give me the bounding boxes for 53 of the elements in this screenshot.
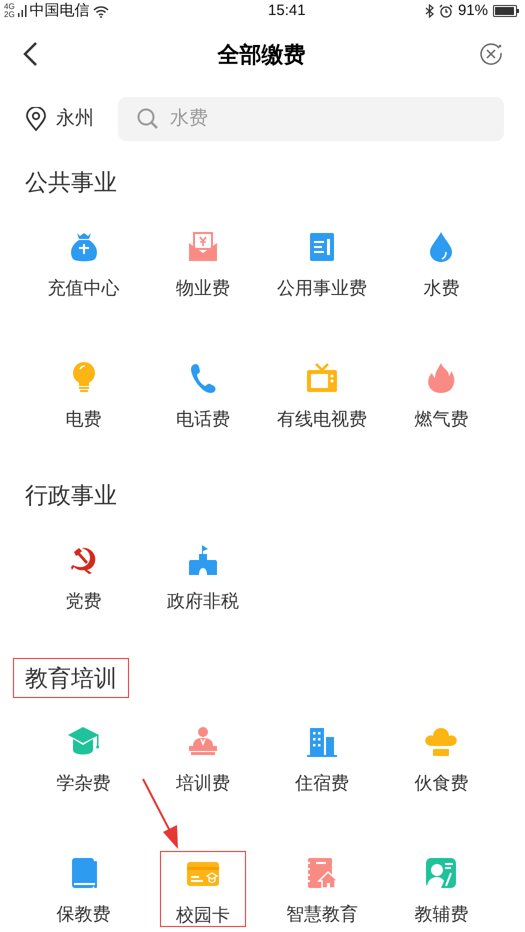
wifi-icon — [92, 4, 109, 18]
battery-icon — [493, 5, 519, 17]
payment-item[interactable]: 住宿费 — [267, 720, 378, 796]
section-heading: 教育培训 — [13, 658, 129, 698]
hammer-sickle-icon — [70, 546, 98, 574]
water-drop-icon — [429, 231, 454, 263]
money-bag-icon — [68, 231, 99, 263]
payment-item[interactable]: 燃气费 — [386, 356, 496, 432]
search-icon — [137, 108, 159, 130]
payment-item[interactable]: 政府非税 — [148, 538, 258, 614]
payment-item[interactable]: 物业费 — [148, 225, 258, 301]
envelope-icon — [188, 231, 218, 263]
payment-item[interactable]: 学杂费 — [28, 720, 139, 796]
bluetooth-icon — [424, 4, 434, 18]
city-selector[interactable]: 永州 — [56, 104, 118, 134]
section-heading: 公共事业 — [25, 168, 117, 197]
carrier-name: 中国电信 — [30, 0, 90, 21]
flame-icon — [427, 362, 456, 394]
id-card-person-icon — [425, 857, 458, 889]
notepad-icon — [309, 232, 336, 262]
phone-icon — [188, 362, 217, 394]
payment-item[interactable]: 伙食费 — [386, 720, 496, 796]
page-title: 全部缴费 — [218, 40, 306, 68]
network-label: 2G — [4, 11, 15, 19]
payment-item[interactable]: 电话费 — [148, 356, 258, 432]
payment-item[interactable]: 智慧教育 — [267, 851, 378, 927]
clock-time: 15:41 — [268, 0, 306, 21]
payment-item[interactable]: 公用事业费 — [267, 225, 378, 301]
signal-icon — [18, 5, 27, 17]
payment-item[interactable]: 培训费 — [148, 720, 258, 796]
book-icon — [70, 857, 98, 889]
location-pin-icon[interactable] — [26, 107, 46, 131]
network-label: 4G — [4, 3, 15, 11]
payment-item[interactable]: 充值中心 — [28, 225, 139, 301]
section-heading: 行政事业 — [25, 481, 117, 510]
payment-item[interactable]: 教辅费 — [386, 851, 496, 927]
chef-hat-icon — [424, 727, 458, 757]
battery-percent: 91% — [458, 0, 488, 21]
office-building-icon — [306, 727, 338, 757]
payment-item[interactable]: 有线电视费 — [267, 356, 378, 432]
light-bulb-icon — [72, 362, 96, 394]
payment-item[interactable]: 党费 — [28, 538, 139, 614]
lectern-speaker-icon — [186, 727, 219, 757]
payment-item[interactable]: 校园卡 — [160, 851, 246, 927]
payment-item[interactable]: 水费 — [386, 225, 496, 301]
castle-icon — [188, 544, 218, 576]
payment-item[interactable]: 电费 — [28, 356, 139, 432]
alarm-clock-icon — [438, 4, 453, 18]
payment-item[interactable]: 保教费 — [28, 851, 139, 927]
close-button[interactable] — [479, 42, 503, 66]
search-field[interactable]: 水费 — [118, 97, 504, 141]
card-icon — [186, 861, 220, 887]
television-icon — [306, 362, 338, 394]
